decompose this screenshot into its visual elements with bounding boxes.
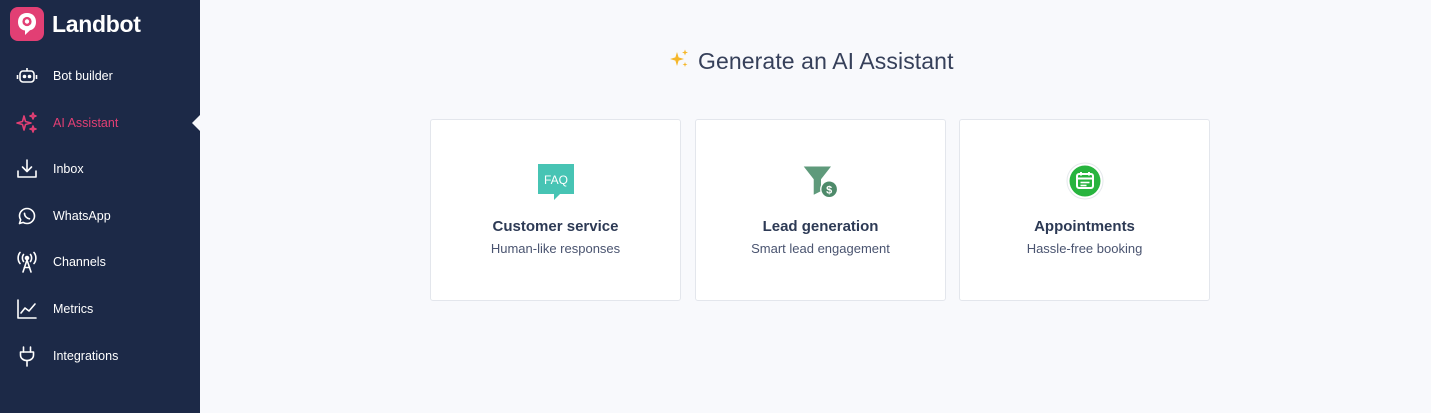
card-title: Appointments — [1034, 218, 1135, 235]
page-title: Generate an AI Assistant — [698, 48, 954, 74]
sparkles-emoji-icon — [668, 48, 690, 75]
card-subtitle: Hassle-free booking — [1026, 241, 1143, 256]
sidebar-item-label: AI Assistant — [53, 116, 119, 130]
sidebar-item-label: Bot builder — [53, 69, 113, 83]
card-title: Customer service — [492, 218, 619, 235]
sidebar-item-ai-assistant[interactable]: AI Assistant — [0, 103, 200, 143]
antenna-icon — [15, 250, 39, 274]
faq-icon: FAQ — [536, 162, 576, 202]
card-subtitle: Smart lead engagement — [751, 241, 890, 256]
sidebar-item-label: WhatsApp — [53, 209, 111, 223]
whatsapp-icon — [15, 204, 39, 228]
sidebar-item-channels[interactable]: Channels — [0, 242, 200, 282]
sparkles-icon — [15, 111, 39, 135]
brand-logo[interactable]: Landbot — [10, 7, 141, 41]
sidebar-item-label: Inbox — [53, 162, 84, 176]
card-subtitle: Human-like responses — [490, 241, 621, 256]
line-chart-icon — [15, 297, 39, 321]
sidebar-item-inbox[interactable]: Inbox — [0, 149, 200, 189]
card-customer-service[interactable]: FAQ Customer service Human-like response… — [430, 119, 681, 301]
sidebar-item-label: Channels — [53, 255, 106, 269]
sidebar-item-whatsapp[interactable]: WhatsApp — [0, 196, 200, 236]
robot-icon — [15, 64, 39, 88]
svg-text:$: $ — [826, 184, 832, 196]
funnel-dollar-icon: $ — [801, 162, 841, 202]
plug-icon — [15, 344, 39, 368]
page-headline: Generate an AI Assistant — [668, 48, 954, 75]
active-indicator — [192, 115, 200, 131]
calendar-chat-icon — [1065, 162, 1105, 202]
sidebar: Landbot Bot builder AI Assistant Inbox W… — [0, 0, 200, 413]
sidebar-item-label: Metrics — [53, 302, 94, 316]
card-appointments[interactable]: Appointments Hassle-free booking — [959, 119, 1210, 301]
sidebar-item-bot-builder[interactable]: Bot builder — [0, 56, 200, 96]
sidebar-item-integrations[interactable]: Integrations — [0, 336, 200, 376]
landbot-logo-icon — [10, 7, 44, 41]
brand-name: Landbot — [52, 10, 141, 37]
card-lead-generation[interactable]: $ Lead generation Smart lead engagement — [695, 119, 946, 301]
sidebar-item-metrics[interactable]: Metrics — [0, 289, 200, 329]
card-title: Lead generation — [762, 218, 879, 235]
sidebar-item-label: Integrations — [53, 349, 119, 363]
inbox-download-icon — [15, 157, 39, 181]
faq-icon-label: FAQ — [544, 173, 568, 187]
